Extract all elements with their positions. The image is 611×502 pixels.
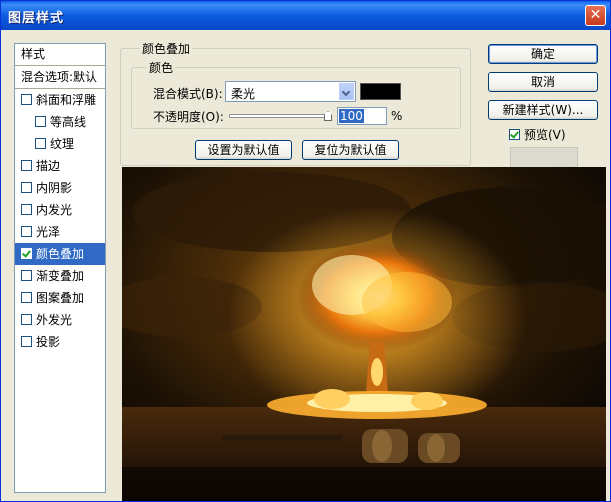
checkbox-icon[interactable]	[509, 129, 520, 140]
blend-mode-value: 柔光	[231, 87, 256, 101]
preview-label: 预览(V)	[524, 128, 566, 142]
image-canvas	[122, 167, 606, 501]
style-item-label: 斜面和浮雕	[36, 93, 97, 107]
style-item-label: 外发光	[36, 313, 73, 327]
set-default-button[interactable]: 设置为默认值	[195, 140, 292, 160]
checkbox-icon[interactable]	[35, 116, 46, 127]
color-subgroup-title: 颜色	[147, 59, 176, 76]
opacity-unit: %	[391, 109, 403, 123]
checkbox-icon[interactable]	[21, 292, 32, 303]
title-bar[interactable]: 图层样式 ✕	[1, 1, 610, 30]
style-item-label: 等高线	[50, 115, 87, 129]
style-item[interactable]: 等高线	[15, 111, 105, 133]
style-item[interactable]: 描边	[15, 155, 105, 177]
style-item[interactable]: 外发光	[15, 309, 105, 331]
checkbox-icon[interactable]	[21, 160, 32, 171]
style-item-label: 投影	[36, 335, 61, 349]
checkbox-icon[interactable]	[21, 314, 32, 325]
style-item-label: 纹理	[50, 137, 75, 151]
style-item[interactable]: 纹理	[15, 133, 105, 155]
checkbox-icon[interactable]	[21, 94, 32, 105]
style-item[interactable]: 投影	[15, 331, 105, 353]
style-item[interactable]: 颜色叠加	[15, 243, 105, 265]
checkbox-icon[interactable]	[21, 226, 32, 237]
layer-style-dialog: 图层样式 ✕ 样式 混合选项:默认 斜面和浮雕 等高线 纹理 描边 内阴影 内发光 光泽 颜色…	[0, 0, 611, 502]
new-style-button[interactable]: 新建样式(W)...	[488, 100, 598, 120]
checkbox-icon[interactable]	[21, 204, 32, 215]
style-item[interactable]: 渐变叠加	[15, 265, 105, 287]
style-item-label: 图案叠加	[36, 291, 85, 305]
style-item[interactable]: 图案叠加	[15, 287, 105, 309]
blend-mode-select[interactable]: 柔光	[225, 81, 356, 102]
style-item[interactable]: 内发光	[15, 199, 105, 221]
dialog-title: 图层样式	[8, 11, 65, 26]
styles-header[interactable]: 样式	[15, 44, 105, 66]
checkbox-icon[interactable]	[21, 336, 32, 347]
style-item[interactable]: 内阴影	[15, 177, 105, 199]
style-item-label: 内发光	[36, 203, 73, 217]
styles-list: 样式 混合选项:默认 斜面和浮雕等高线纹理描边内阴影内发光光泽颜色叠加渐变叠加图…	[14, 43, 106, 493]
style-item-label: 颜色叠加	[36, 247, 85, 261]
style-item-label: 内阴影	[36, 181, 73, 195]
close-icon: ✕	[589, 7, 602, 23]
color-overlay-group-title: 颜色叠加	[140, 40, 193, 57]
close-button[interactable]: ✕	[585, 5, 606, 26]
opacity-input[interactable]: 100	[337, 107, 387, 125]
style-item-label: 光泽	[36, 225, 61, 239]
style-item[interactable]: 斜面和浮雕	[15, 89, 105, 111]
checkbox-icon[interactable]	[21, 270, 32, 281]
style-item-label: 描边	[36, 159, 61, 173]
explosion-image	[122, 167, 606, 501]
reset-default-button[interactable]: 复位为默认值	[302, 140, 399, 160]
opacity-input-value: 100	[339, 109, 364, 123]
blend-mode-label: 混合模式(B):	[153, 87, 223, 101]
opacity-label: 不透明度(O):	[153, 110, 224, 124]
ok-button[interactable]: 确定	[488, 44, 598, 64]
checkbox-icon[interactable]	[21, 248, 32, 259]
cancel-button[interactable]: 取消	[488, 72, 598, 92]
chevron-down-icon[interactable]	[339, 83, 354, 100]
checkbox-icon[interactable]	[35, 138, 46, 149]
style-item[interactable]: 光泽	[15, 221, 105, 243]
checkbox-icon[interactable]	[21, 182, 32, 193]
preview-checkbox[interactable]: 预览(V)	[509, 126, 566, 143]
overlay-color-swatch[interactable]	[360, 83, 401, 100]
style-item-label: 渐变叠加	[36, 269, 85, 283]
opacity-slider-track[interactable]	[229, 114, 332, 118]
blend-options-item[interactable]: 混合选项:默认	[15, 66, 105, 89]
